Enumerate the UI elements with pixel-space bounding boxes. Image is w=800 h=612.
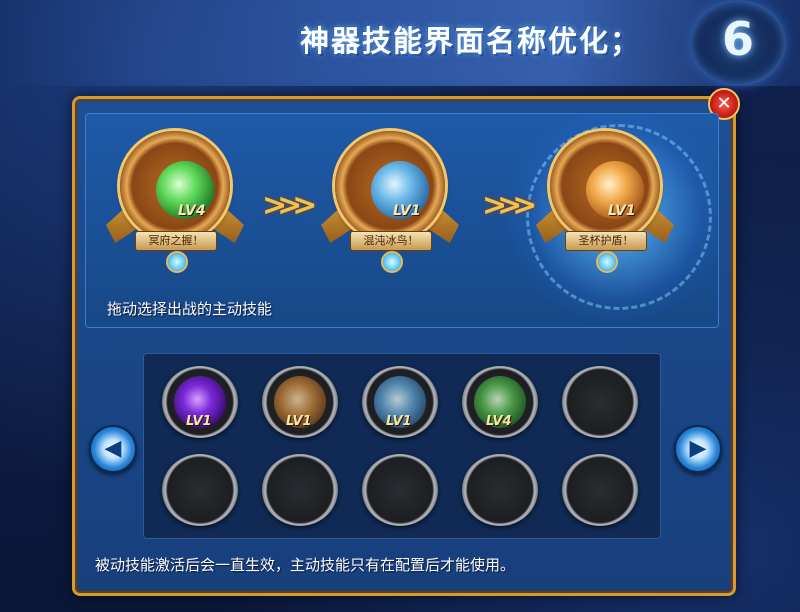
active-skill-slot-3[interactable]: LV1 圣杯护盾！ [536,123,674,273]
skill-level: LV1 [608,203,636,219]
skill-grid-slot-empty[interactable] [558,450,642,530]
chevron-arrows-icon: >>> [482,188,538,223]
skill-name-label: 圣杯护盾！ [565,231,647,251]
skill-usage-note: 被动技能激活后会一直生效，主动技能只有在配置后才能使用。 [95,556,516,574]
gem-pin-icon [381,251,403,273]
skill-name-label: 冥府之握！ [135,231,217,251]
skill-grid-slot-empty[interactable] [158,450,242,530]
active-skill-slot-1[interactable]: LV4 冥府之握！ [106,123,244,273]
skill-name-label: 混沌冰鸟！ [350,231,432,251]
gem-pin-icon [166,251,188,273]
slot-frame [562,366,638,438]
skill-level: LV4 [178,203,206,219]
skill-grid-slot[interactable]: LV4 [458,362,542,442]
skill-grid-slot-empty[interactable] [358,450,442,530]
skill-level: LV1 [386,414,412,429]
skill-grid-slot[interactable]: LV1 [158,362,242,442]
chevron-arrows-icon: >>> [262,188,318,223]
skill-level: LV1 [393,203,421,219]
skill-grid-slot-empty[interactable] [258,450,342,530]
skill-grid-slot-empty[interactable] [458,450,542,530]
active-skill-slot-2[interactable]: LV1 混沌冰鸟！ [321,123,459,273]
prev-page-button[interactable]: ◀ [89,425,137,473]
number-badge-value: 6 [721,12,754,66]
next-page-button[interactable]: ▶ [674,425,722,473]
skill-level: LV4 [486,414,512,429]
slot-frame [162,454,238,526]
gem-pin-icon [596,251,618,273]
skill-grid-slot[interactable]: LV1 [258,362,342,442]
number-badge: 6 [690,0,786,86]
slot-frame [362,454,438,526]
skill-grid-slot-empty[interactable] [558,362,642,442]
drag-hint-text: 拖动选择出战的主动技能 [107,300,273,318]
skill-level: LV1 [286,414,312,429]
slot-frame [262,454,338,526]
skill-grid-slot[interactable]: LV1 [358,362,442,442]
slot-frame [462,454,538,526]
slot-frame [562,454,638,526]
skill-level: LV1 [186,414,212,429]
banner-title: 神器技能界面名称优化； [300,24,642,58]
